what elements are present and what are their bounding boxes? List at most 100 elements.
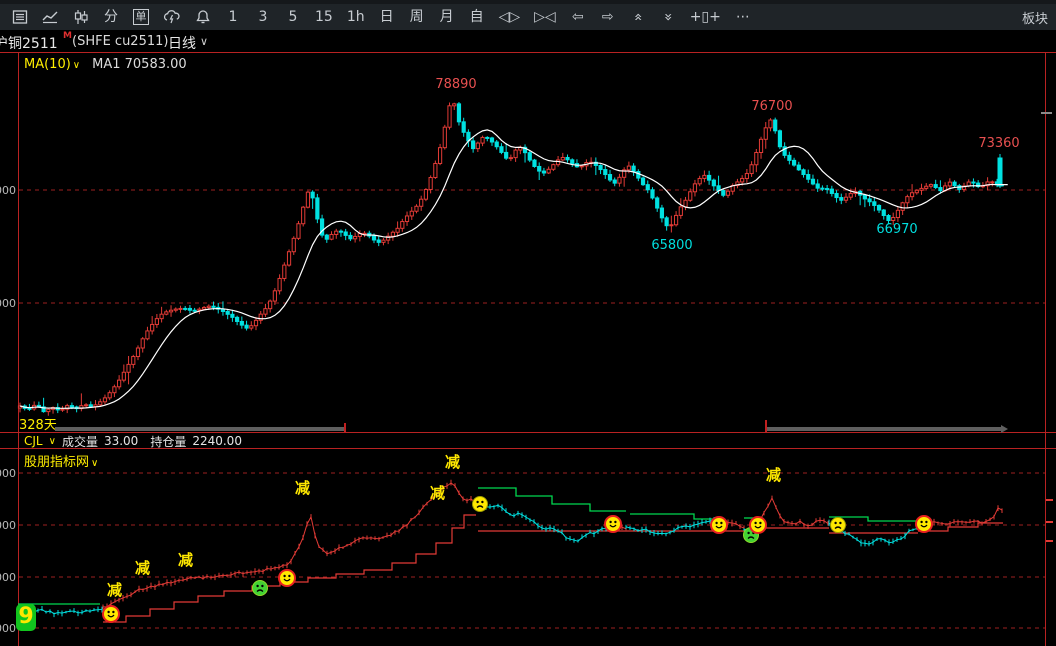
period-15min[interactable]: 15: [315, 9, 333, 25]
period-week[interactable]: 周: [409, 9, 425, 25]
candle-body: [792, 160, 795, 165]
period-3min[interactable]: 3: [255, 9, 271, 25]
page-up-icon[interactable]: «: [630, 9, 646, 25]
period-5min[interactable]: 5: [285, 9, 301, 25]
price-annotation: 65800: [651, 238, 692, 253]
candle-body: [278, 278, 281, 290]
candle-body: [401, 222, 404, 229]
price-annotation: 78890: [435, 77, 476, 92]
candle-body: [778, 131, 781, 147]
ma-label[interactable]: MA(10): [24, 57, 71, 72]
period-day[interactable]: 日: [379, 9, 395, 25]
candle-body: [132, 357, 135, 365]
candle-body: [169, 310, 172, 312]
candle-body: [613, 180, 616, 183]
candle-body: [693, 184, 696, 192]
symbol-name[interactable]: 沪铜2511: [0, 33, 58, 53]
candle-body: [212, 306, 215, 307]
chevron-down-icon[interactable]: ∨: [49, 436, 56, 447]
candle-body: [122, 372, 125, 380]
period-custom[interactable]: 自: [469, 9, 485, 25]
candle-body: [457, 104, 460, 122]
scrollbar-marker: [344, 423, 346, 432]
left-axis-label: 000: [0, 622, 16, 635]
candle-body: [151, 324, 154, 330]
chevron-down-icon[interactable]: ∨: [200, 35, 208, 48]
candle-body: [415, 206, 418, 211]
symbol-code: (SHFE cu2511): [72, 34, 168, 49]
chevron-down-icon[interactable]: ∨: [71, 60, 82, 71]
chevron-down-icon[interactable]: ∨: [89, 458, 98, 469]
candle-body: [901, 203, 904, 211]
minute-chart-icon[interactable]: 分: [103, 9, 119, 25]
candle-body: [405, 216, 408, 222]
alert-bell-icon[interactable]: [195, 9, 211, 25]
candle-body: [325, 235, 328, 239]
upper-stop-line: [478, 488, 626, 511]
candle-body: [750, 165, 753, 174]
titlebar: 沪铜2511 M (SHFE cu2511) 日线 ∨: [0, 30, 1056, 52]
candle-body: [429, 178, 432, 190]
order-ticket-icon[interactable]: 单: [133, 9, 149, 25]
kline-icon[interactable]: [73, 9, 89, 25]
cjl-label[interactable]: CJL: [24, 434, 43, 448]
pan-left-icon[interactable]: ⇦: [570, 9, 586, 25]
scrollbar-thumb-right[interactable]: [767, 427, 1001, 431]
candle-body: [297, 224, 300, 239]
page-down-icon[interactable]: »: [660, 9, 676, 25]
candle-body: [939, 188, 942, 191]
candle-body: [264, 309, 267, 315]
candle-body: [934, 185, 937, 188]
candle-body: [174, 309, 177, 310]
candle-body: [925, 186, 928, 188]
cloud-sync-icon[interactable]: [163, 9, 181, 25]
candle-body: [311, 192, 314, 198]
candle-body: [826, 189, 829, 190]
lower-stop-line: [716, 528, 829, 531]
candle-body: [250, 326, 253, 328]
candle-body: [835, 193, 838, 197]
candle-body: [103, 398, 106, 402]
candle-body: [424, 190, 427, 200]
candle-body: [302, 207, 305, 224]
zoom-in-bars-icon[interactable]: ▷◁: [534, 9, 556, 25]
candle-body: [141, 339, 144, 348]
period-1min[interactable]: 1: [225, 9, 241, 25]
period-selector[interactable]: 日线: [168, 33, 196, 53]
candle-body: [434, 163, 437, 177]
candle-body: [193, 310, 196, 311]
candle-body: [906, 197, 909, 203]
indicator-sub-chart[interactable]: 000000000000: [0, 449, 1056, 646]
candle-body: [165, 312, 168, 314]
candle-body: [448, 106, 451, 127]
zoom-out-bars-icon[interactable]: ◁▷: [499, 9, 521, 25]
candle-body: [849, 194, 852, 198]
insert-pane-icon[interactable]: +▯+: [690, 9, 721, 25]
candle-body: [556, 160, 559, 165]
more-tools-icon[interactable]: ⋯: [735, 9, 751, 25]
quote-list-icon[interactable]: [12, 9, 28, 25]
candle-body: [844, 197, 847, 200]
pan-right-icon[interactable]: ⇨: [600, 9, 616, 25]
candle-body: [698, 178, 701, 183]
candle-body: [335, 231, 338, 234]
trend-line-icon[interactable]: [42, 9, 59, 25]
period-month[interactable]: 月: [439, 9, 455, 25]
candle-body: [887, 216, 890, 221]
period-1hour[interactable]: 1h: [347, 9, 365, 25]
candle-body: [70, 406, 73, 407]
board-tab[interactable]: 板块: [1022, 8, 1048, 27]
sub-indicator-label[interactable]: 股朋指标网: [24, 455, 89, 470]
candle-body: [509, 158, 512, 159]
scrollbar-thumb-left[interactable]: [55, 427, 345, 431]
candle-body: [240, 321, 243, 325]
ma-line: [20, 130, 1008, 408]
indicator-price-line: [103, 483, 475, 607]
candle-body: [637, 172, 640, 179]
candle-body: [443, 127, 446, 147]
main-chart[interactable]: 0000007889076700733606580066970: [0, 53, 1056, 432]
candle-body: [877, 205, 880, 210]
candle-body: [89, 405, 92, 407]
candle-body: [807, 175, 810, 180]
candle-body: [462, 122, 465, 132]
